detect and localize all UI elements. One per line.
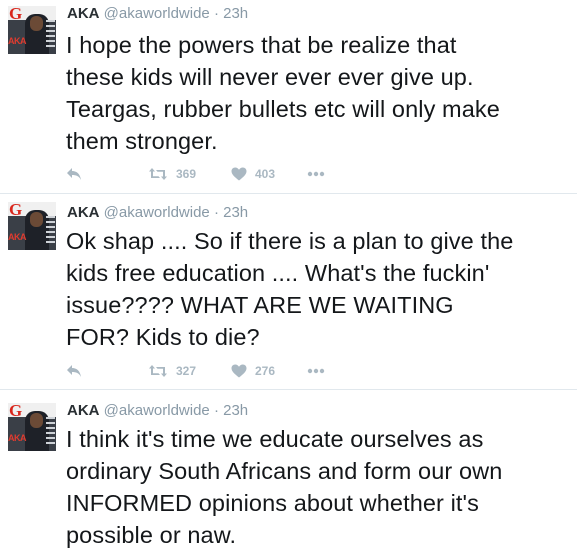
cover-face: [30, 16, 43, 31]
retweet-icon: [149, 365, 167, 377]
tweet-line: possible or naw.: [66, 522, 237, 548]
like-count: 403: [255, 167, 276, 181]
tweet-line: them stronger.: [66, 128, 218, 154]
like-count: 276: [255, 364, 276, 378]
reply-icon: [67, 365, 81, 377]
username[interactable]: @akaworldwide: [104, 5, 210, 22]
timestamp[interactable]: 23h: [223, 5, 248, 22]
like-button[interactable]: 403: [231, 164, 275, 184]
reply-button[interactable]: [66, 164, 82, 184]
magazine-logo: G: [9, 403, 23, 420]
username[interactable]: @akaworldwide: [104, 402, 210, 419]
tweet-actions: 327 276: [66, 361, 366, 381]
tweet-header: AKA @akaworldwide · 23h: [67, 5, 248, 23]
dot-separator: ·: [213, 204, 219, 221]
avatar[interactable]: G AKA: [8, 6, 56, 54]
cover-headline: AKA: [8, 232, 27, 242]
avatar[interactable]: G AKA: [8, 403, 56, 451]
more-button[interactable]: [307, 164, 325, 184]
timestamp[interactable]: 23h: [223, 204, 248, 221]
cover-headline: AKA: [8, 433, 27, 443]
display-name[interactable]: AKA: [67, 402, 100, 419]
retweet-icon: [149, 168, 167, 180]
cover-lines: [46, 20, 55, 50]
username[interactable]: @akaworldwide: [104, 204, 210, 221]
reply-button[interactable]: [66, 361, 82, 381]
cover-face: [30, 212, 43, 227]
dot-separator: ·: [213, 402, 219, 419]
timestamp[interactable]: 23h: [223, 402, 248, 419]
tweet-line: these kids will never ever ever give up.: [66, 64, 474, 90]
tweet-header: AKA @akaworldwide · 23h: [67, 204, 248, 222]
avatar[interactable]: G AKA: [8, 202, 56, 250]
magazine-logo: G: [9, 202, 23, 219]
heart-icon: [231, 364, 247, 378]
like-button[interactable]: 276: [231, 361, 275, 381]
tweet-text: Ok shap .... So if there is a plan to gi…: [66, 225, 571, 353]
tweet-line: I hope the powers that be realize that: [66, 32, 457, 58]
tweet-line: FOR? Kids to die?: [66, 324, 260, 350]
tweet-1[interactable]: G AKA AKA @akaworldwide · 23h I hope the…: [0, 0, 577, 193]
heart-icon: [231, 167, 247, 181]
display-name[interactable]: AKA: [67, 5, 100, 22]
cover-lines: [46, 216, 55, 246]
more-dots-icon: [307, 171, 325, 177]
retweet-count: 369: [176, 167, 197, 181]
reply-icon: [67, 168, 81, 180]
retweet-count: 327: [176, 364, 197, 378]
cover-lines: [46, 417, 55, 447]
more-dots-icon: [307, 368, 325, 374]
tweet-line: Teargas, rubber bullets etc will only ma…: [66, 96, 500, 122]
dot-separator: ·: [213, 5, 219, 22]
tweet-line: I think it's time we educate ourselves a…: [66, 426, 484, 452]
display-name[interactable]: AKA: [67, 204, 100, 221]
tweet-2[interactable]: G AKA AKA @akaworldwide · 23h Ok shap ..…: [0, 194, 577, 386]
cover-headline: AKA: [8, 36, 27, 46]
tweet-actions: 369 403: [66, 164, 366, 184]
tweet-3[interactable]: G AKA AKA @akaworldwide · 23h I think it…: [0, 390, 577, 548]
retweet-button[interactable]: 327: [148, 361, 196, 381]
tweet-header: AKA @akaworldwide · 23h: [67, 402, 248, 420]
more-button[interactable]: [307, 361, 325, 381]
tweet-text: I think it's time we educate ourselves a…: [66, 423, 571, 551]
tweet-line: INFORMED opinions about whether it's: [66, 490, 479, 516]
retweet-button[interactable]: 369: [148, 164, 196, 184]
tweet-line: ordinary South Africans and form our own: [66, 458, 503, 484]
tweet-text: I hope the powers that be realize that t…: [66, 29, 571, 157]
tweet-line: issue???? WHAT ARE WE WAITING: [66, 292, 454, 318]
tweet-line: Ok shap .... So if there is a plan to gi…: [66, 228, 514, 254]
cover-face: [30, 413, 43, 428]
magazine-logo: G: [9, 6, 23, 23]
tweet-line: kids free education .... What's the fuck…: [66, 260, 490, 286]
